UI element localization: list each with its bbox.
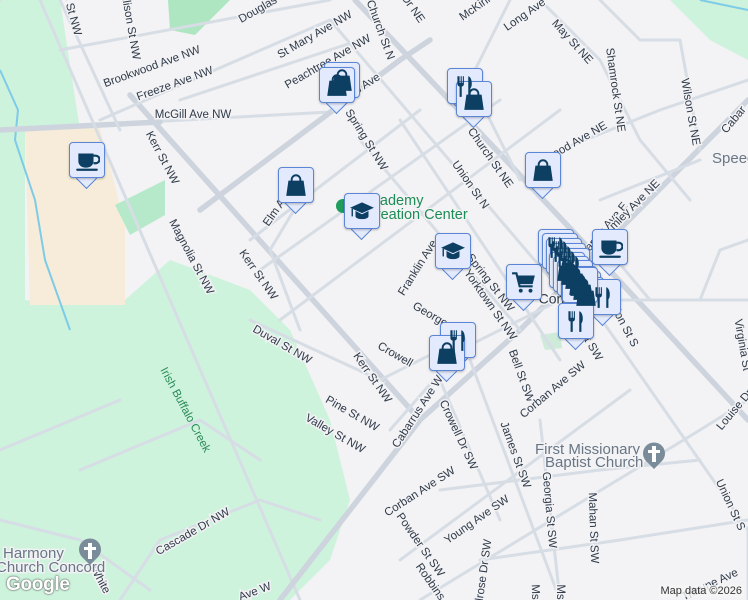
street-label: Melrose Dr SW: [472, 538, 495, 600]
map-canvas[interactable]: Irish Buffalo Creek DouglasSt Mary Ave N…: [0, 0, 748, 600]
graduation-cap-icon: [350, 202, 374, 220]
street-label: Louise Dr: [715, 387, 748, 433]
shopping-bag-icon: [327, 74, 347, 96]
shopping-bag-icon: [533, 159, 553, 181]
street-label: McKinley: [457, 0, 502, 23]
church-label[interactable]: Baptist Church: [544, 453, 645, 473]
street-label: e Dr NE: [393, 0, 426, 25]
marker-box: [506, 264, 542, 300]
graduation-cap-marker[interactable]: [435, 233, 473, 281]
street-label: Cabarrus Ave W: [390, 374, 446, 451]
marker-box: [69, 142, 105, 178]
graduation-cap-icon: [441, 242, 465, 260]
marker-box: [344, 193, 380, 229]
restaurant-icon: [568, 311, 583, 332]
marker-box: [456, 81, 492, 117]
street-label: Corban Ave SW: [383, 465, 458, 520]
graduation-cap-marker[interactable]: [344, 193, 382, 241]
shopping-bag-marker[interactable]: [278, 167, 316, 215]
shopping-bag-icon: [464, 88, 484, 110]
street-label: Church St N: [364, 0, 397, 61]
street-label: Virginia St: [732, 318, 748, 372]
marker-box: [592, 229, 628, 265]
street-label: Crowell Dr SW: [437, 398, 480, 472]
street-label: Bell St SW: [506, 348, 536, 404]
street-label: Douglas: [237, 0, 280, 26]
street-label: Wilson St NE: [678, 78, 702, 147]
street-label: Ms: [554, 584, 566, 600]
street-label: Shamrock St NE: [603, 47, 627, 133]
marker-box: [429, 335, 465, 371]
shopping-bag-icon: [286, 174, 306, 196]
shopping-bag-marker[interactable]: [525, 152, 563, 200]
marker-box: [319, 67, 355, 103]
marker-box: [435, 233, 471, 269]
cup-icon: [599, 240, 623, 258]
google-logo: Google: [6, 574, 70, 595]
map-attribution[interactable]: Map data ©2026: [658, 585, 744, 597]
street-label: Mahan St SW: [586, 492, 600, 563]
street-label: May St NE: [549, 18, 595, 67]
shopping-bag-icon: [570, 274, 590, 296]
restaurant-icon: [595, 287, 610, 308]
marker-box: [558, 303, 594, 339]
street-label: Allison St NW: [118, 0, 142, 61]
shopping-cart-icon: [512, 272, 535, 293]
street-label: Franklin Ave: [396, 238, 440, 298]
street-label: Kerr St NW: [143, 130, 181, 187]
street-label: Crowell: [375, 340, 414, 370]
speedway-label[interactable]: Speed: [711, 149, 748, 169]
street-label: Georgia St SW: [540, 471, 559, 549]
marker-box: [525, 152, 561, 188]
cup-marker[interactable]: [69, 142, 107, 190]
street-label: McGill Ave NW: [155, 109, 232, 121]
street-label: Cabar: [719, 104, 748, 136]
marker-box: [278, 167, 314, 203]
cup-icon: [76, 153, 100, 171]
shopping-bag-marker[interactable]: [456, 81, 494, 129]
marker-box: [562, 267, 598, 303]
street-label: Ms: [529, 584, 542, 600]
shopping-bag-icon: [437, 342, 457, 364]
